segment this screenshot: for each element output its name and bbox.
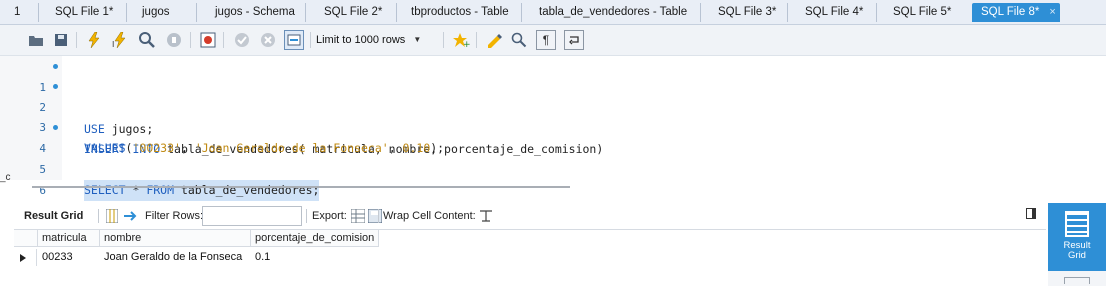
sql-editor-toolbar: I Limit to 1000 rows ▼ + ¶ (0, 25, 1106, 56)
current-row-arrow-icon (20, 254, 26, 262)
selected-text: SELECT * FROM tabla_de_vendedores; (84, 180, 320, 201)
tab-label: SQL File 4* (805, 6, 864, 18)
result-grid-label[interactable]: Result Grid (24, 205, 83, 227)
tab-label: SQL File 1* (55, 6, 114, 18)
sql-text: jugos; (104, 122, 154, 136)
tab-tbproductos-table[interactable]: tbproductos - Table (396, 3, 509, 22)
tab-label: tbproductos - Table (411, 6, 509, 18)
column-header-nombre[interactable]: nombre (100, 230, 251, 247)
tab-sql-file-5[interactable]: SQL File 5* (876, 3, 951, 22)
limit-rows-value: Limit to 1000 rows (316, 34, 406, 46)
statement-marker-icon (53, 125, 58, 130)
wrap-cell-toggle-icon[interactable] (479, 205, 493, 227)
tab-label: SQL File 2* (324, 6, 383, 18)
tab-label: SQL File 3* (718, 6, 777, 18)
sql-text: , (388, 141, 403, 155)
statement-marker-icon (53, 64, 58, 69)
tab-label: jugos (142, 6, 170, 18)
tab-label: tabla_de_vendedores - Table (539, 6, 688, 18)
execute-icon[interactable] (84, 30, 104, 50)
table-cell[interactable]: 0.1 (251, 249, 379, 266)
wrap-cell-content-label: Wrap Cell Content: (383, 210, 476, 222)
export-label: Export: (312, 210, 347, 222)
sql-keyword: VALUES (84, 141, 126, 155)
sql-string: 'Joan Geraldo de la Fonseca' (194, 141, 389, 155)
tab-label: SQL File 8* (981, 6, 1040, 18)
horizontal-scrollbar[interactable] (32, 186, 570, 188)
sql-string: '00233' (132, 141, 181, 155)
tab-sql-file-4[interactable]: SQL File 4* (787, 3, 863, 22)
tab-label: SQL File 5* (893, 6, 952, 18)
filter-rows-label: Filter Rows: (145, 210, 204, 222)
svg-text:+: + (463, 40, 470, 48)
result-grid-side-button[interactable]: Result Grid (1048, 203, 1106, 271)
sql-text: ); (430, 141, 445, 155)
tab-sql-file-2[interactable]: SQL File 2* (305, 3, 382, 22)
code-line-5: 5 (0, 138, 46, 176)
chevron-down-icon: ▼ (413, 35, 422, 44)
find-icon[interactable] (509, 30, 529, 50)
explain-icon[interactable] (137, 30, 157, 50)
tab-1[interactable]: 1 (14, 3, 20, 22)
tab-jugos[interactable]: jugos (126, 3, 170, 22)
tab-sql-file-3[interactable]: SQL File 3* (700, 3, 776, 22)
svg-text:I: I (112, 40, 114, 48)
tab-label: jugos - Schema (215, 6, 295, 18)
close-tab-icon[interactable]: × (1049, 6, 1055, 18)
code-line-3: 3 VALUES('00233', 'Joan Geraldo de la Fo… (0, 96, 444, 155)
sql-keyword: USE (84, 122, 105, 136)
column-header-matricula[interactable]: matricula (38, 230, 100, 247)
column-header-porcentaje[interactable]: porcentaje_de_comision (251, 230, 379, 247)
result-side-panel: Result Grid (1048, 203, 1106, 286)
export-icon[interactable] (350, 205, 366, 227)
result-toolbar: Result Grid Filter Rows: Export: Wrap Ce… (14, 205, 1044, 227)
autocommit-icon[interactable] (284, 30, 304, 50)
row-header-corner (14, 230, 38, 247)
side-button-label: Grid (1068, 250, 1086, 261)
execute-current-icon[interactable]: I (110, 30, 130, 50)
rollback-icon[interactable] (258, 30, 278, 50)
tab-jugos-schema[interactable]: jugos - Schema (196, 3, 295, 22)
invisible-chars-icon[interactable]: ¶ (536, 30, 556, 50)
code-line-1: 1 USE jugos; (0, 56, 153, 136)
sql-editor[interactable]: 1 USE jugos; 2 INSERT INTO tabla_de_vend… (0, 56, 1106, 201)
stop-icon[interactable] (164, 30, 184, 50)
filter-rows-input[interactable] (202, 206, 302, 226)
commit-icon[interactable] (232, 30, 252, 50)
import-icon[interactable] (367, 205, 383, 227)
grid-icon[interactable] (105, 205, 119, 227)
editor-tab-strip: 1 SQL File 1* jugos jugos - Schema SQL F… (0, 0, 1106, 25)
edge-mark: _c (0, 172, 11, 183)
statement-marker-icon (53, 84, 58, 89)
tab-sql-file-8[interactable]: SQL File 8* × (972, 3, 1060, 22)
tab-label: 1 (14, 6, 21, 18)
form-editor-icon[interactable] (1064, 277, 1090, 284)
sql-text: , (180, 141, 195, 155)
limit-rows-select[interactable]: Limit to 1000 rows ▼ (316, 31, 421, 49)
result-grid: matricula nombre porcentaje_de_comision … (14, 229, 1046, 287)
sql-number: 0.10 (402, 141, 431, 155)
line-number: 6 (39, 184, 46, 197)
toggle-error-icon[interactable] (198, 30, 218, 50)
panel-toggle-icon[interactable] (1026, 208, 1036, 219)
tab-tabla-de-vendedores-table[interactable]: tabla_de_vendedores - Table (521, 3, 687, 22)
save-icon[interactable] (51, 30, 71, 50)
tab-sql-file-1[interactable]: SQL File 1* (38, 3, 113, 22)
wrap-icon[interactable] (564, 30, 584, 50)
open-folder-icon[interactable] (26, 30, 46, 50)
table-cell[interactable]: Joan Geraldo de la Fonseca (100, 249, 251, 266)
beautify-icon[interactable] (484, 30, 504, 50)
result-grid-icon (1065, 211, 1089, 237)
code-line-4: 4 SELECT * FROM tabla_de_vendedores; (0, 117, 320, 201)
refresh-icon[interactable] (122, 205, 138, 227)
bookmark-star-icon[interactable]: + (451, 30, 471, 50)
table-cell[interactable]: 00233 (38, 249, 100, 266)
code-line-2: 2 INSERT INTO tabla_de_vendedores( matri… (0, 76, 603, 156)
